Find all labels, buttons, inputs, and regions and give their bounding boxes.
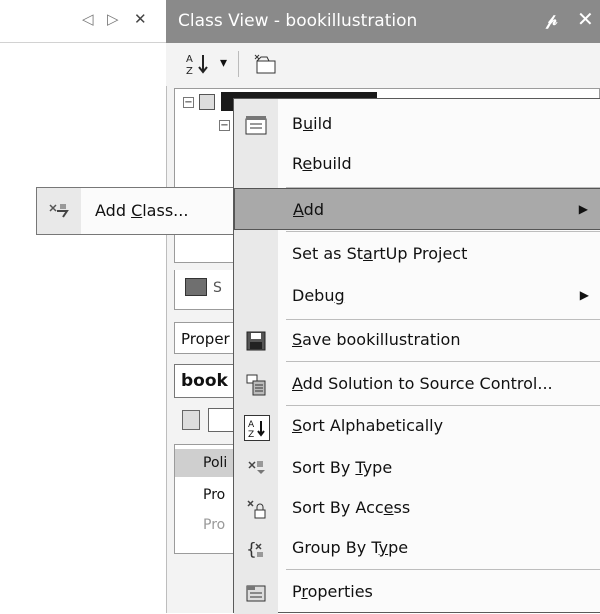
menu-item-group-by-type[interactable]: { Group By Type: [234, 527, 600, 569]
submenu-arrow-icon: ▶: [578, 202, 588, 216]
menu-item-label: Sort By Type: [292, 458, 393, 477]
menu-item-label: Set as StartUp Project: [292, 244, 468, 263]
menu-item-label: Sort Alphabetically: [292, 416, 444, 435]
group-type-icon: {: [244, 537, 268, 561]
tree-root-collapse-icon[interactable]: −: [183, 97, 194, 108]
close-icon[interactable]: ✕: [577, 7, 594, 31]
save-icon: [244, 329, 268, 353]
menu-item-label: Save bookillustration: [292, 330, 461, 349]
properties-icon: [244, 581, 268, 605]
menu-item-sort-by-type[interactable]: Sort By Type: [234, 447, 600, 489]
menu-item-label: Sort By Access: [292, 498, 411, 517]
scroll-left-icon[interactable]: ◁: [82, 10, 94, 28]
class-view-titlebar: Class View - bookillustration 𝓅 ✕: [166, 0, 600, 43]
context-menu: Build Rebuild Add ▶ Set as StartUp Proje…: [233, 98, 600, 614]
menu-item-label: Group By Type: [292, 538, 409, 557]
sort-button[interactable]: A Z: [180, 49, 216, 79]
sort-dropdown-icon[interactable]: ▾: [220, 55, 227, 71]
source-control-icon: [244, 373, 268, 397]
toolbar-separator: [238, 51, 239, 77]
sort-alpha-icon: AZ: [244, 415, 270, 441]
add-class-icon: [47, 200, 71, 222]
menu-separator: [286, 569, 600, 570]
sort-alpha-icon: A Z: [186, 54, 208, 76]
class-view-title: Class View - bookillustration: [178, 11, 418, 31]
new-folder-button[interactable]: [248, 49, 284, 79]
menu-item-sort-alphabetically[interactable]: AZ Sort Alphabetically: [234, 405, 600, 447]
properties-object-name: book: [181, 371, 228, 391]
sort-type-icon: [244, 457, 268, 481]
add-submenu: Add Class...: [36, 187, 234, 235]
sort-access-icon: [244, 497, 268, 521]
menu-item-build[interactable]: Build: [234, 103, 600, 145]
build-icon: [244, 113, 268, 137]
svg-text:Z: Z: [248, 430, 254, 438]
svg-text:A: A: [248, 420, 255, 430]
menu-item-save[interactable]: Save bookillustration: [234, 319, 600, 361]
left-pane-header: ◁ ▷ ✕: [0, 0, 166, 43]
properties-title: Proper: [181, 330, 230, 348]
tree-child-collapse-icon[interactable]: −: [219, 120, 230, 131]
class-view-toolbar: A Z ▾: [166, 43, 600, 86]
menu-item-rebuild[interactable]: Rebuild: [234, 143, 600, 185]
menu-separator: [286, 231, 600, 232]
svg-text:{: {: [246, 540, 257, 560]
left-pane: [0, 0, 166, 613]
scroll-right-icon[interactable]: ▷: [107, 10, 119, 28]
menu-item-add-source-control[interactable]: Add Solution to Source Control...: [234, 363, 600, 405]
add-class-menu-item[interactable]: Add Class...: [95, 201, 188, 220]
categorized-icon[interactable]: [182, 410, 200, 430]
menu-item-label: Debug: [292, 286, 345, 305]
menu-item-add[interactable]: Add ▶: [234, 188, 600, 230]
menu-item-debug[interactable]: Debug ▶: [234, 275, 600, 317]
menu-item-properties[interactable]: Properties: [234, 571, 600, 613]
menu-item-label: Add: [293, 200, 324, 219]
menu-item-label: Add Solution to Source Control...: [292, 374, 553, 393]
solution-explorer-icon: [185, 278, 207, 296]
svg-text:A: A: [186, 54, 193, 65]
menu-separator: [286, 361, 600, 362]
menu-item-label: Rebuild: [292, 154, 352, 173]
menu-item-label: Build: [292, 114, 333, 133]
submenu-arrow-icon: ▶: [579, 288, 589, 302]
new-folder-icon: [254, 54, 276, 74]
project-icon: [199, 94, 215, 110]
menu-item-label: Properties: [292, 582, 373, 601]
left-pane-close-icon[interactable]: ✕: [134, 10, 147, 28]
menu-item-set-startup[interactable]: Set as StartUp Project: [234, 233, 600, 275]
solution-explorer-tab-label: S: [213, 280, 222, 296]
svg-text:Z: Z: [186, 66, 193, 76]
pin-icon[interactable]: 𝓅: [546, 10, 557, 30]
menu-item-sort-by-access[interactable]: Sort By Access: [234, 487, 600, 529]
